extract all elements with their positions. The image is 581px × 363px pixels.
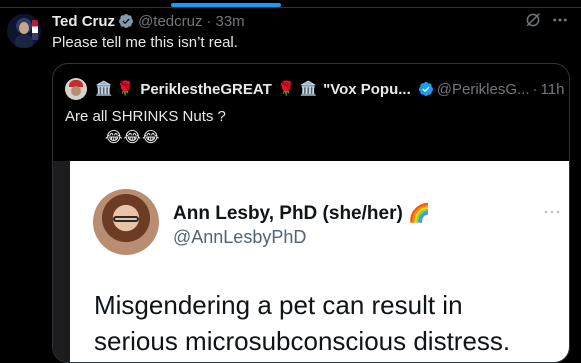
quoted-tweet-emojis: 😂😂😂 — [105, 128, 161, 146]
author-avatar[interactable] — [7, 14, 41, 48]
tweet-header: Ted Cruz @tedcruz · 33m — [52, 11, 245, 31]
more-icon — [544, 210, 560, 214]
quoted-author-handle[interactable]: @PeriklesG... — [437, 81, 530, 98]
rainbow-emoji: 🌈 — [408, 203, 431, 224]
quoted-author-name[interactable]: PeriklestheGREAT — [140, 81, 271, 98]
quoted-tweet-time[interactable]: 11h — [541, 81, 565, 98]
separator-dot: · — [532, 80, 538, 98]
embedded-tweet-text-line-2: serious microsubconscious distress. — [94, 326, 511, 356]
embedded-author-handle: @AnnLesbyPhD — [173, 227, 307, 247]
embedded-tweet-text: Misgendering a pet can result in serious… — [94, 287, 510, 359]
embedded-author-name-line: Ann Lesby, PhD (she/her) 🌈 — [173, 203, 431, 225]
quoted-tweet-text: Are all SHRINKS Nuts ? — [65, 108, 226, 125]
name-suffix-emojis: 🌹 🏛️ — [277, 81, 318, 97]
verified-badge-icon — [418, 82, 433, 96]
separator-dot: · — [206, 12, 212, 30]
quoted-tweet-card[interactable]: 🏛️ 🌹 PeriklestheGREAT 🌹 🏛️ "Vox Popu... … — [52, 63, 570, 363]
tweet-time[interactable]: 33m — [215, 13, 244, 30]
quoted-author-second-name[interactable]: "Vox Popu... — [323, 81, 411, 98]
embedded-tweet-screenshot: Ann Lesby, PhD (she/her) 🌈 @AnnLesbyPhD … — [70, 161, 569, 362]
quoted-author-avatar[interactable] — [65, 78, 87, 100]
grok-icon[interactable] — [524, 11, 542, 29]
quoted-tweet-header: 🏛️ 🌹 PeriklestheGREAT 🌹 🏛️ "Vox Popu... … — [65, 78, 564, 100]
divider — [0, 7, 581, 8]
verified-badge-icon — [119, 14, 134, 28]
author-name[interactable]: Ted Cruz — [52, 13, 115, 30]
embedded-author-name: Ann Lesby, PhD (she/her) — [173, 203, 403, 224]
tweet-text: Please tell me this isn’t real. — [52, 34, 238, 51]
author-handle[interactable]: @tedcruz — [138, 13, 202, 30]
embedded-author-avatar — [93, 189, 159, 255]
name-prefix-emojis: 🏛️ 🌹 — [95, 81, 135, 97]
quoted-tweet-image[interactable]: Ann Lesby, PhD (she/her) 🌈 @AnnLesbyPhD … — [53, 161, 569, 362]
embedded-tweet-text-line-1: Misgendering a pet can result in — [94, 290, 463, 320]
more-icon[interactable] — [551, 11, 569, 29]
